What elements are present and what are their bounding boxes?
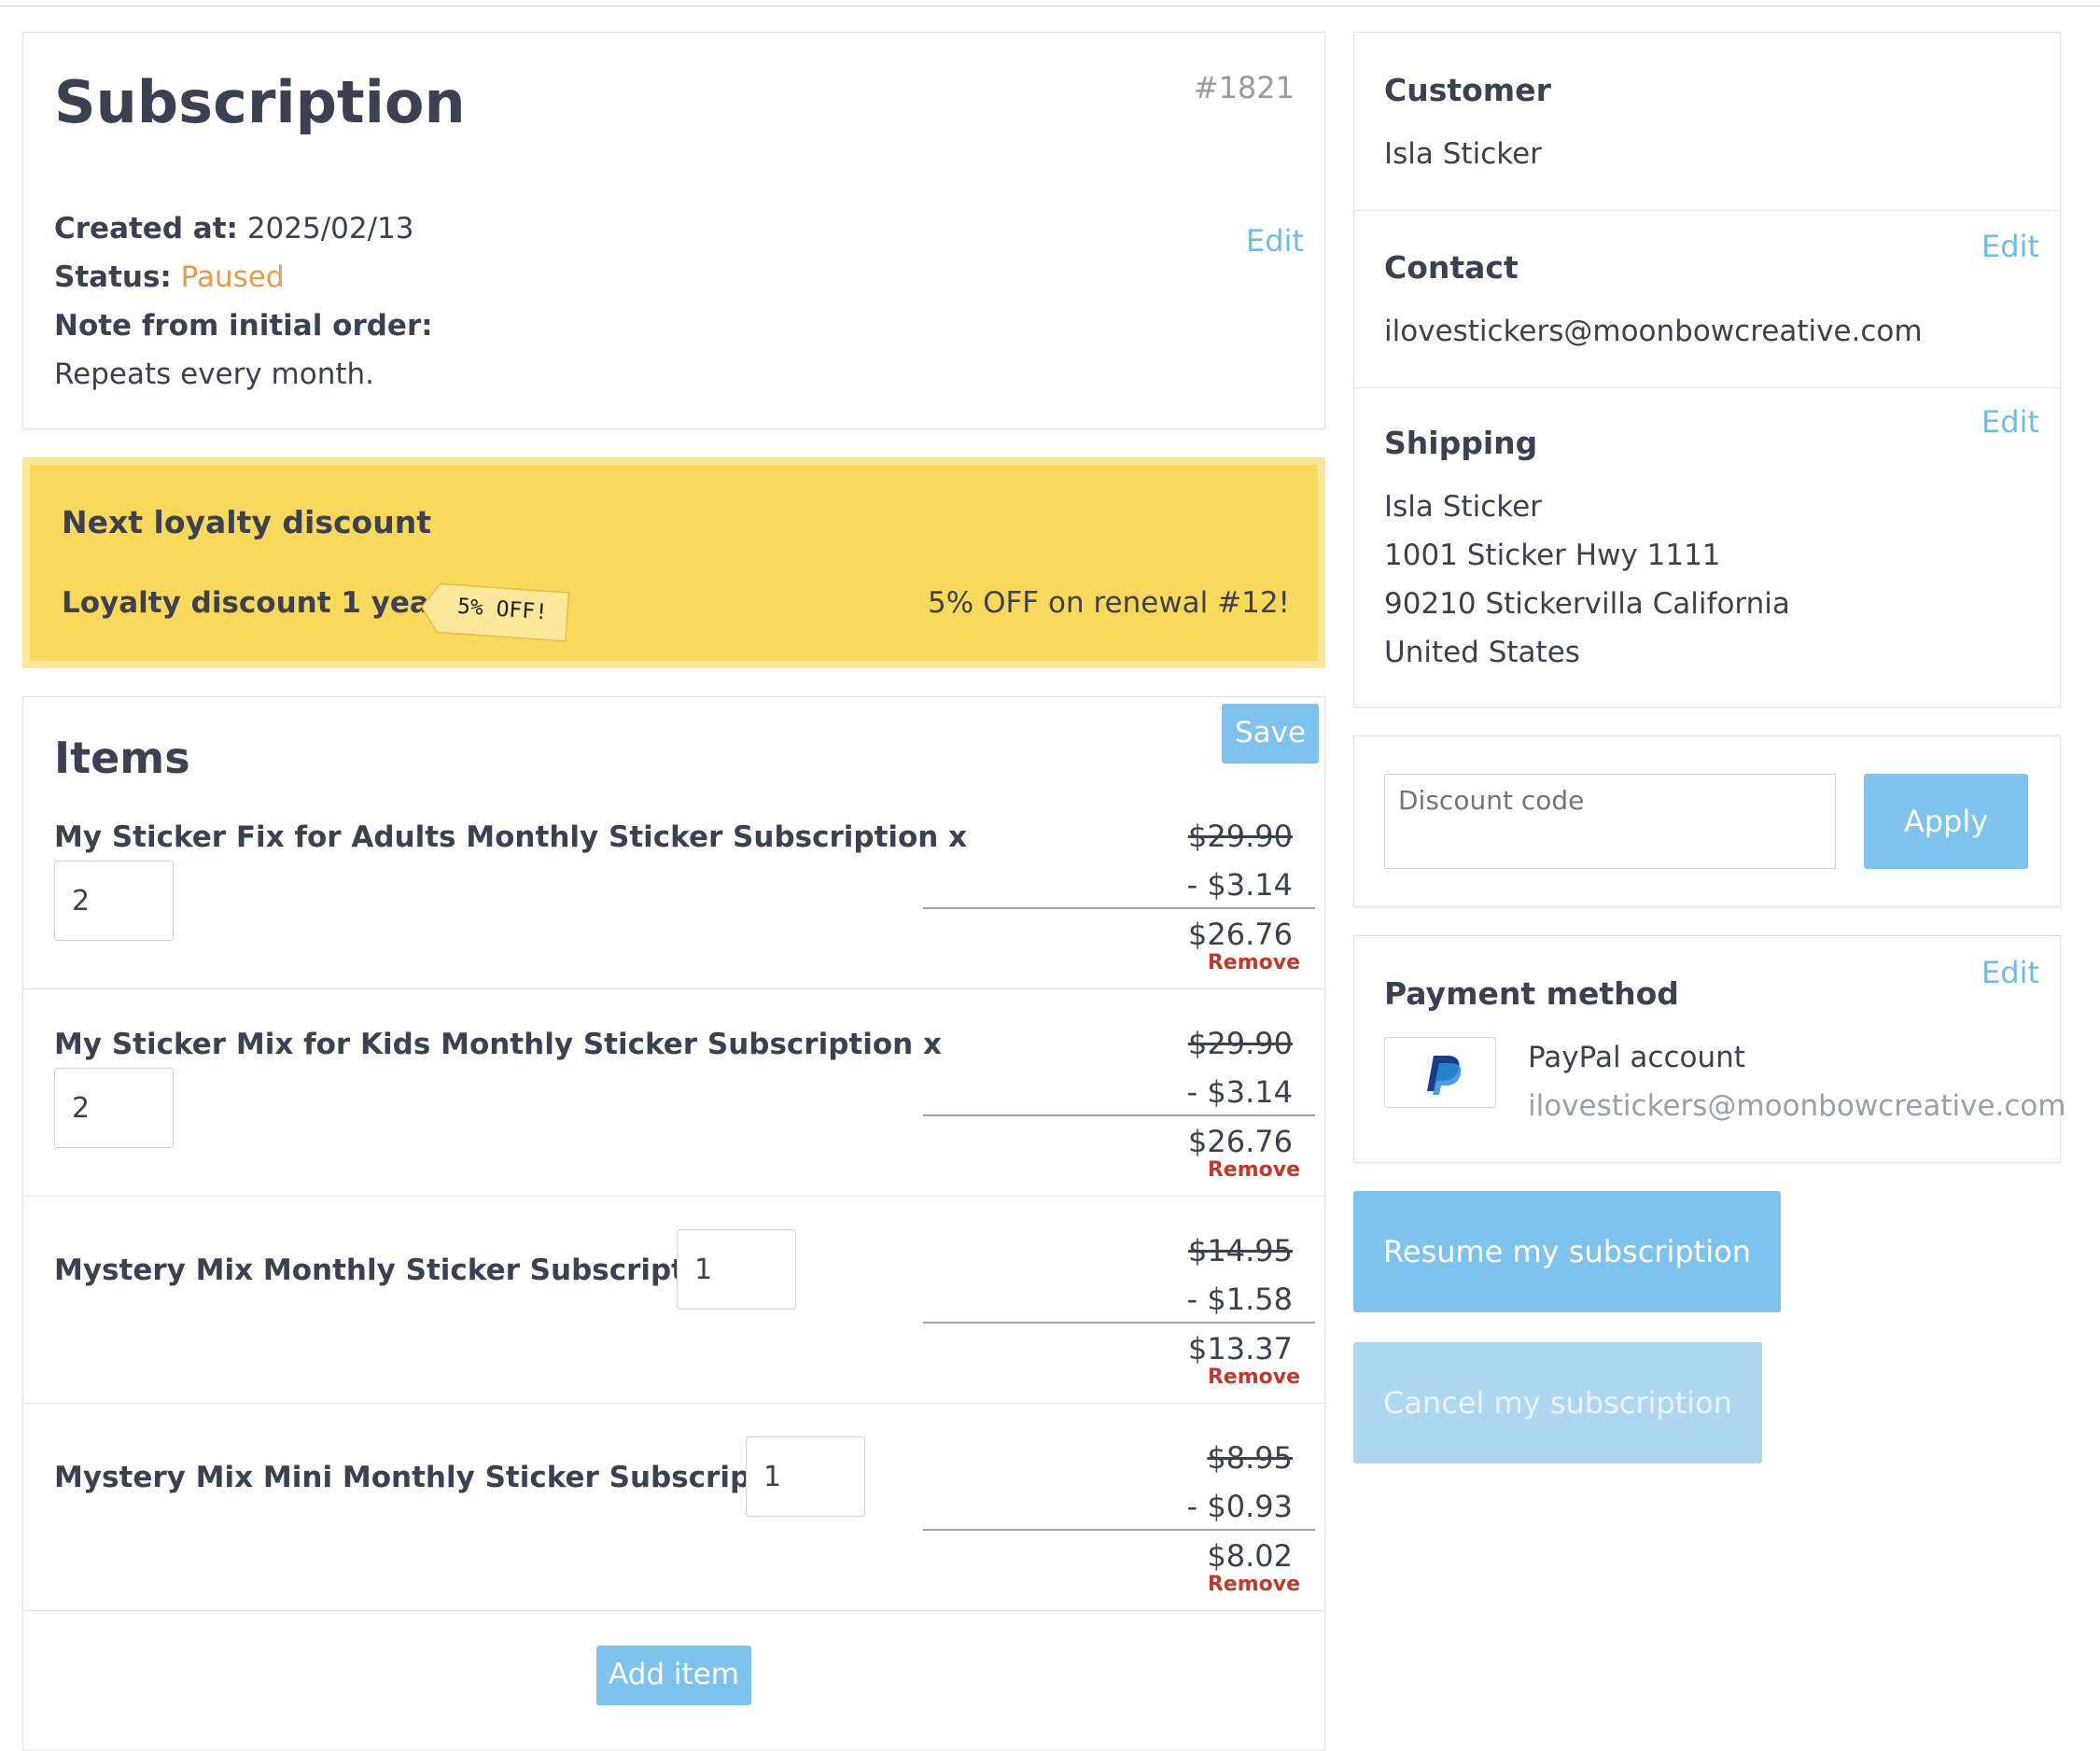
payment-card: Edit Payment method PayPal account ilove…: [1353, 935, 2066, 1163]
resume-subscription-button[interactable]: Resume my subscription: [1353, 1191, 1781, 1312]
section-divider: [1354, 210, 2060, 211]
shipping-line-country: United States: [1384, 636, 1580, 669]
item-name: Mystery Mix Monthly Sticker Subscription…: [54, 1254, 764, 1287]
paypal-icon: [1384, 1037, 1496, 1108]
quantity-input[interactable]: [54, 861, 174, 941]
payment-account-label: PayPal account: [1528, 1041, 1745, 1074]
price-divider: [923, 1322, 1315, 1324]
item-total: $26.76: [1188, 917, 1293, 952]
item-name: My Sticker Fix for Adults Monthly Sticke…: [54, 820, 968, 854]
status-badge: Paused: [180, 260, 285, 294]
discount-amount: - $1.58: [1186, 1282, 1293, 1317]
top-divider: [0, 0, 2100, 7]
section-divider: [1354, 387, 2060, 388]
contact-heading: Contact: [1384, 249, 1519, 286]
original-price: $8.95: [1207, 1440, 1293, 1476]
loyalty-renewal-text: 5% OFF on renewal #12!: [928, 586, 1290, 620]
status: Status: Paused: [54, 260, 285, 294]
remove-link[interactable]: Remove: [1208, 1158, 1300, 1182]
edit-shipping-link[interactable]: Edit: [1981, 404, 2039, 440]
note-label: Note from initial order:: [54, 309, 433, 343]
item-total: $13.37: [1188, 1331, 1293, 1366]
remove-link[interactable]: Remove: [1208, 951, 1300, 974]
items-title: Items: [54, 733, 190, 783]
quantity-input[interactable]: [677, 1229, 796, 1310]
status-label: Status:: [54, 260, 172, 294]
payment-account-email: ilovestickers@moonbowcreative.com: [1528, 1089, 2066, 1123]
payment-heading: Payment method: [1384, 975, 1679, 1012]
item-name: My Sticker Mix for Kids Monthly Sticker …: [54, 1028, 942, 1061]
shipping-line-name: Isla Sticker: [1384, 490, 1542, 524]
loyalty-name: Loyalty discount 1 year: [62, 586, 444, 620]
note-value: Repeats every month.: [54, 357, 375, 391]
page-title: Subscription: [54, 68, 466, 136]
discount-amount: - $0.93: [1186, 1489, 1293, 1524]
edit-subscription-link[interactable]: Edit: [1246, 223, 1304, 259]
add-item-button[interactable]: Add item: [596, 1646, 751, 1705]
original-price: $29.90: [1188, 819, 1293, 854]
discount-card: Apply: [1353, 735, 2061, 907]
item-total: $8.02: [1207, 1538, 1293, 1574]
item-name: Mystery Mix Mini Monthly Sticker Subscri…: [54, 1461, 844, 1494]
price-divider: [923, 1529, 1315, 1531]
loyalty-banner: Next loyalty discount Loyalty discount 1…: [22, 457, 1325, 668]
cancel-subscription-button[interactable]: Cancel my subscription: [1353, 1342, 1762, 1464]
discount-amount: - $3.14: [1186, 1074, 1293, 1110]
loyalty-tag-label: 5% OFF!: [456, 594, 549, 625]
subscription-card: Subscription #1821 Edit Created at: 2025…: [22, 32, 1325, 429]
customer-heading: Customer: [1384, 72, 1551, 108]
remove-link[interactable]: Remove: [1208, 1573, 1300, 1596]
items-card: Save Items My Sticker Fix for Adults Mon…: [22, 696, 1325, 1751]
customer-name: Isla Sticker: [1384, 137, 1542, 171]
quantity-input[interactable]: [746, 1436, 865, 1517]
original-price: $29.90: [1188, 1026, 1293, 1061]
loyalty-tag: 5% OFF!: [418, 581, 570, 642]
edit-payment-link[interactable]: Edit: [1981, 955, 2039, 990]
created-value: 2025/02/13: [246, 212, 414, 245]
apply-button[interactable]: Apply: [1864, 774, 2028, 869]
row-divider: [23, 1196, 1324, 1197]
customer-card: Customer Isla Sticker Edit Contact ilove…: [1353, 32, 2061, 707]
save-button[interactable]: Save: [1222, 704, 1319, 763]
remove-link[interactable]: Remove: [1208, 1366, 1300, 1389]
price-divider: [923, 1114, 1315, 1116]
shipping-line-street: 1001 Sticker Hwy 1111: [1384, 539, 1721, 572]
shipping-heading: Shipping: [1384, 425, 1538, 461]
shipping-line-city: 90210 Stickervilla California: [1384, 587, 1790, 621]
edit-contact-link[interactable]: Edit: [1981, 229, 2039, 264]
item-total: $26.76: [1188, 1124, 1293, 1159]
discount-amount: - $3.14: [1186, 867, 1293, 903]
loyalty-heading: Next loyalty discount: [62, 504, 431, 540]
contact-email: ilovestickers@moonbowcreative.com: [1384, 315, 1923, 348]
created-at: Created at: 2025/02/13: [54, 212, 414, 245]
quantity-input[interactable]: [54, 1068, 174, 1148]
row-divider: [23, 988, 1324, 989]
original-price: $14.95: [1188, 1233, 1293, 1268]
subscription-number: #1821: [1193, 70, 1295, 105]
row-divider: [23, 1610, 1324, 1611]
discount-code-input[interactable]: [1384, 774, 1836, 869]
price-divider: [923, 907, 1315, 909]
row-divider: [23, 1403, 1324, 1404]
created-label: Created at:: [54, 212, 238, 245]
